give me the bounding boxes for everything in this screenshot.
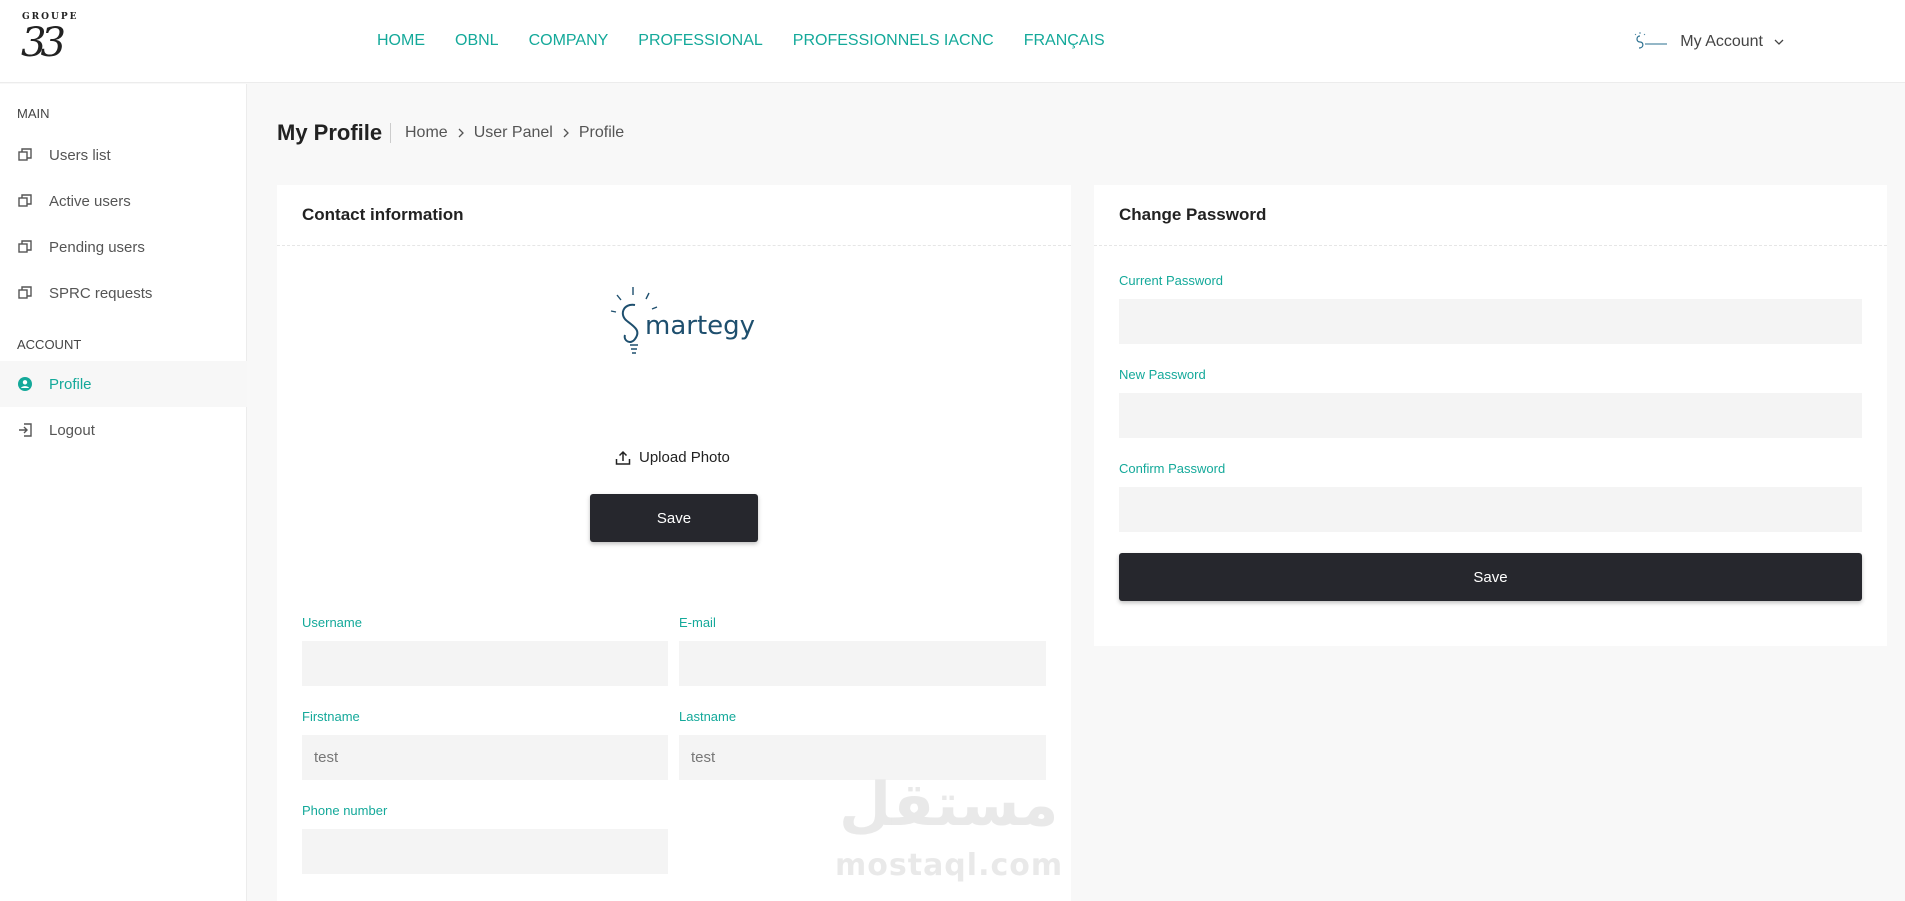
nav-professional[interactable]: PROFESSIONAL: [638, 32, 762, 50]
lastname-label: Lastname: [679, 709, 737, 724]
nav-language[interactable]: FRANÇAIS: [1024, 32, 1105, 50]
copy-icon: [18, 194, 32, 207]
current-password-input[interactable]: [1119, 299, 1862, 344]
upload-photo-button[interactable]: Upload Photo: [615, 449, 730, 466]
sidebar-item-pending-users[interactable]: Pending users: [0, 224, 247, 270]
nav-obnl[interactable]: OBNL: [455, 32, 499, 50]
sidebar-item-label: Users list: [49, 146, 111, 164]
chevron-right-icon: [458, 128, 464, 138]
username-input[interactable]: [302, 641, 668, 686]
sidebar-item-label: SPRC requests: [49, 284, 153, 302]
firstname-input[interactable]: [302, 735, 668, 780]
top-navbar: GROUPE 33 HOME OBNL COMPANY PROFESSIONAL…: [0, 0, 1905, 83]
sidebar-section-account: ACCOUNT: [17, 337, 82, 352]
username-label: Username: [302, 615, 362, 630]
confirm-password-label: Confirm Password: [1119, 461, 1226, 476]
upload-icon: [615, 450, 631, 465]
change-password-card: Change Password Current Password New Pas…: [1094, 185, 1887, 646]
breadcrumb-home[interactable]: Home: [405, 124, 448, 142]
phone-number-input[interactable]: [302, 829, 668, 874]
sidebar-item-logout[interactable]: Logout: [0, 407, 247, 453]
breadcrumb-user-panel[interactable]: User Panel: [474, 124, 553, 142]
sidebar-item-sprc-requests[interactable]: SPRC requests: [0, 270, 247, 316]
chevron-down-icon: [1774, 39, 1784, 45]
sidebar-item-label: Logout: [49, 421, 95, 439]
copy-icon: [18, 286, 32, 299]
card-title: Contact information: [277, 185, 1071, 246]
user-circle-icon: [18, 377, 32, 391]
sidebar-section-main: MAIN: [17, 106, 50, 121]
sidebar-item-active-users[interactable]: Active users: [0, 178, 247, 224]
page-title: My Profile: [277, 120, 383, 145]
watermark-latin-text: mostaql.com: [835, 848, 1064, 883]
email-label: E-mail: [679, 615, 716, 630]
new-password-label: New Password: [1119, 367, 1206, 382]
breadcrumb-profile: Profile: [578, 124, 625, 141]
new-password-input[interactable]: [1119, 393, 1862, 438]
nav-professionnels-iacnc[interactable]: PROFESSIONNELS IACNC: [793, 32, 994, 50]
my-account-label: My Account: [1680, 33, 1763, 50]
watermark-arabic-text: مستقل: [839, 770, 1059, 840]
groupe33-logo[interactable]: GROUPE 33: [20, 12, 80, 72]
logo-number: 33: [21, 20, 66, 66]
user-avatar-logo-icon: [1635, 32, 1668, 49]
email-input[interactable]: [679, 641, 1046, 686]
account-menu[interactable]: My Account: [1632, 30, 1785, 54]
sidebar-item-profile[interactable]: Profile: [0, 361, 247, 407]
logo-text: martegy: [645, 311, 756, 341]
sidebar: MAIN Users list Active users Pending use…: [0, 84, 247, 901]
profile-photo: martegy: [605, 281, 755, 365]
mostaql-watermark: مستقل mostaql.com: [835, 770, 1065, 883]
firstname-label: Firstname: [302, 709, 360, 724]
copy-icon: [18, 148, 32, 161]
sidebar-item-label: Profile: [49, 375, 92, 393]
sidebar-item-label: Pending users: [49, 238, 145, 256]
sidebar-item-users-list[interactable]: Users list: [0, 132, 247, 178]
phone-number-label: Phone number: [302, 803, 388, 818]
current-password-label: Current Password: [1119, 273, 1224, 288]
save-photo-button[interactable]: Save: [590, 494, 758, 542]
nav-company[interactable]: COMPANY: [529, 32, 609, 50]
card-title: Change Password: [1094, 185, 1887, 246]
main-nav: HOME OBNL COMPANY PROFESSIONAL PROFESSIO…: [377, 32, 1135, 50]
confirm-password-input[interactable]: [1119, 487, 1862, 532]
nav-home[interactable]: HOME: [377, 32, 425, 50]
logout-icon: [19, 423, 32, 437]
save-password-button[interactable]: Save: [1119, 553, 1862, 601]
upload-photo-label: Upload Photo: [639, 449, 730, 466]
copy-icon: [18, 240, 32, 253]
sidebar-item-label: Active users: [49, 192, 131, 210]
chevron-right-icon: [563, 128, 569, 138]
breadcrumb: Home User Panel Profile: [390, 123, 624, 143]
